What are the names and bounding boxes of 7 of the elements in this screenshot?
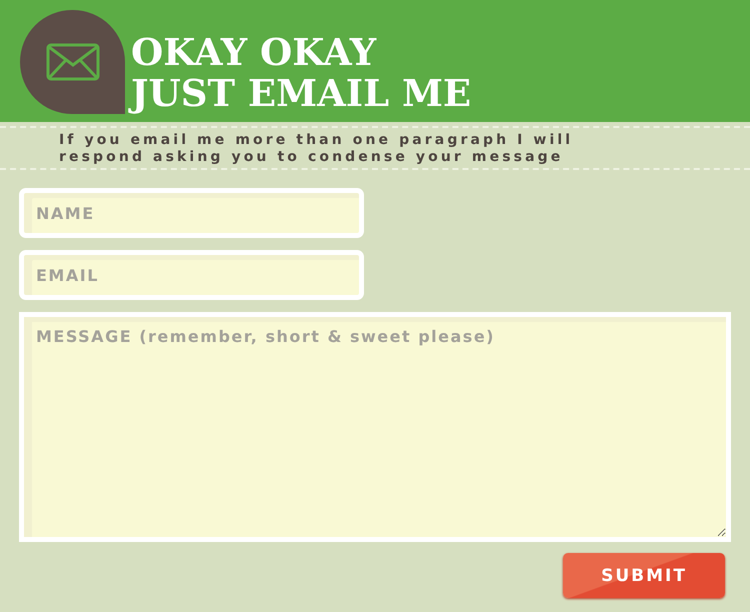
- message-field[interactable]: MESSAGE (remember, short & sweet please): [19, 312, 731, 542]
- input-field[interactable]: NAME: [19, 188, 364, 238]
- envelope-icon: [46, 43, 100, 81]
- submit-button[interactable]: SUBMIT: [563, 553, 725, 598]
- input-field[interactable]: EMAIL: [19, 250, 364, 300]
- page-title: OKAY OKAY: [131, 32, 378, 73]
- intro-note: If you email me more than one paragraph I will respond asking you to condense your message: [59, 132, 574, 166]
